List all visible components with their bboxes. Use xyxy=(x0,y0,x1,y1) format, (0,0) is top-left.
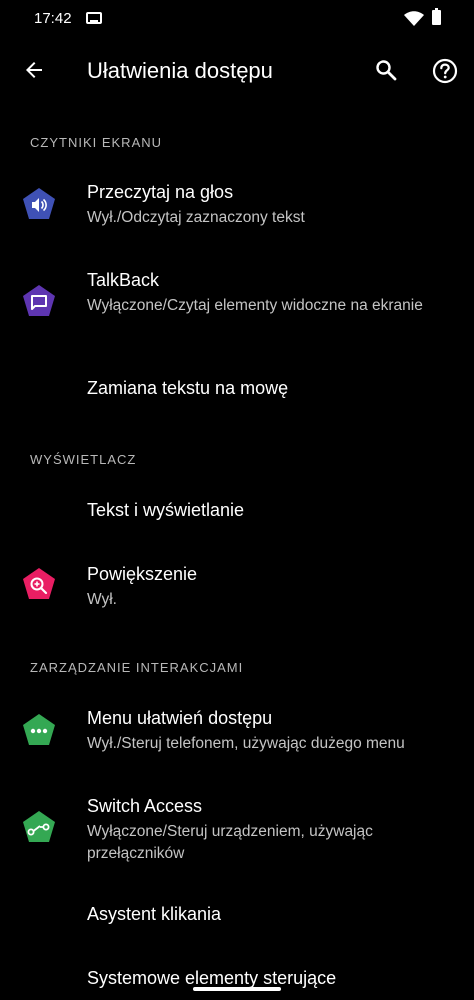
section-header-screen-readers: CZYTNIKI EKRANU xyxy=(30,135,163,150)
setting-item-text-and-display[interactable]: Tekst i wyświetlanie xyxy=(0,484,474,540)
page-title: Ułatwienia dostępu xyxy=(87,58,273,83)
setting-title: Powiększenie xyxy=(87,564,198,584)
dots-menu-icon xyxy=(23,714,55,745)
setting-item-click-assistant[interactable]: Asystent klikania xyxy=(0,888,474,944)
status-bar: 17:42 xyxy=(0,0,474,38)
navigation-gesture-bar[interactable] xyxy=(193,987,281,991)
setting-subtitle: Wył./Odczytaj zaznaczony tekst xyxy=(87,209,305,226)
setting-item-text-to-speech[interactable]: Zamiana tekstu na mowę xyxy=(0,362,474,420)
setting-item-magnification[interactable]: Powiększenie Wył. xyxy=(0,550,474,626)
setting-item-talkback[interactable]: TalkBack Wyłączone/Czytaj elementy widoc… xyxy=(0,256,474,356)
setting-item-switch-access[interactable]: Switch Access Wyłączone/Steruj urządzeni… xyxy=(0,782,474,882)
setting-title: Przeczytaj na głos xyxy=(87,182,234,202)
setting-item-system-controls[interactable]: Systemowe elementy sterujące xyxy=(0,952,474,1000)
magnifier-icon xyxy=(23,568,55,599)
setting-item-accessibility-menu[interactable]: Menu ułatwień dostępu Wył./Steruj telefo… xyxy=(0,694,474,772)
speech-bubble-icon xyxy=(23,285,55,316)
section-header-interaction: ZARZĄDZANIE INTERAKCJAMI xyxy=(30,660,244,675)
section-header-display: WYŚWIETLACZ xyxy=(30,452,137,467)
accessibility-settings-screen: 17:42 Ułatwienia dostępu CZYTNIKI EKRANU xyxy=(0,0,474,1000)
search-icon[interactable] xyxy=(374,58,398,82)
status-time: 17:42 xyxy=(34,10,72,27)
setting-subtitle: Wyłączone/Czytaj elementy widoczne na ek… xyxy=(87,297,423,314)
help-icon[interactable] xyxy=(432,58,458,84)
speaker-icon xyxy=(23,188,55,219)
battery-icon xyxy=(432,8,441,25)
back-arrow-icon[interactable] xyxy=(22,58,46,82)
wifi-icon xyxy=(404,11,424,26)
setting-title: TalkBack xyxy=(87,270,160,290)
setting-title: Asystent klikania xyxy=(87,904,222,924)
setting-title: Switch Access xyxy=(87,796,203,816)
gmail-notification-icon xyxy=(86,12,102,24)
switch-icon xyxy=(23,811,55,842)
setting-title: Systemowe elementy sterujące xyxy=(87,968,337,988)
setting-subtitle: Wył./Steruj telefonem, używając dużego m… xyxy=(87,735,405,752)
setting-item-read-aloud[interactable]: Przeczytaj na głos Wył./Odczytaj zaznacz… xyxy=(0,168,474,248)
setting-title: Tekst i wyświetlanie xyxy=(87,500,245,520)
app-bar: Ułatwienia dostępu xyxy=(0,38,474,104)
setting-title: Zamiana tekstu na mowę xyxy=(87,378,289,398)
setting-title: Menu ułatwień dostępu xyxy=(87,708,273,728)
setting-subtitle: Wyłączone/Steruj urządzeniem, używając p… xyxy=(87,823,373,862)
setting-subtitle: Wył. xyxy=(87,591,117,608)
